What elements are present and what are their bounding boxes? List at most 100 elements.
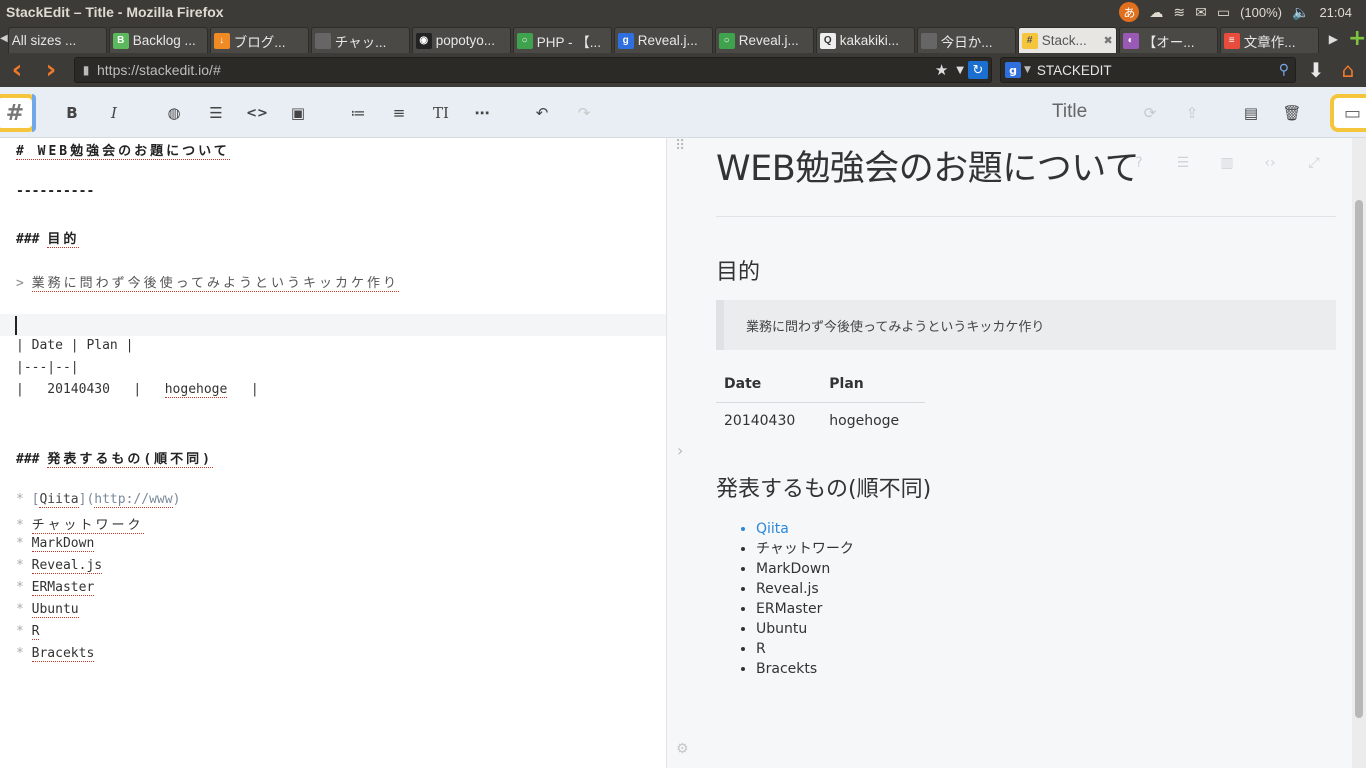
bookmark-star-icon[interactable]: ★ <box>931 61 952 79</box>
editor-row-date: | 20140430 | <box>16 382 165 397</box>
collapse-chevron-icon[interactable]: › <box>677 441 683 460</box>
editor-list-item: * Reveal.js <box>16 558 103 574</box>
browser-tab[interactable]: ○ PHP - 【... <box>512 27 612 53</box>
tab-scroll-right-icon[interactable]: ▶ <box>1329 32 1338 46</box>
battery-icon[interactable]: ▭ <box>1217 4 1230 21</box>
bullet-list-button[interactable]: ≡ <box>386 101 412 125</box>
preview-list: Qiita チャットワークMarkDownReveal.jsERMasterUb… <box>756 519 854 679</box>
wifi-icon[interactable]: ≋ <box>1173 4 1185 21</box>
toc-icon[interactable]: ☰ <box>1173 155 1193 171</box>
code-button[interactable]: <> <box>244 101 270 125</box>
home-icon[interactable]: ⌂ <box>1334 53 1362 87</box>
editor-list-item-link: * [Qiita](http://www) <box>16 492 181 508</box>
back-button[interactable]: ‹ <box>0 53 34 87</box>
tab-scroll-left-icon[interactable]: ◀ <box>0 24 8 53</box>
editor-h3b-text: 発表するもの(順不同) <box>47 452 213 468</box>
table-header-date: Date <box>716 366 822 403</box>
browser-tab[interactable]: ○ Reveal.j... <box>714 27 814 53</box>
scrollbar-thumb[interactable] <box>1355 200 1363 718</box>
pane-divider[interactable]: ⠿ › ⚙ <box>667 138 699 768</box>
documents-button[interactable]: ▭ <box>1330 94 1366 132</box>
new-document-button[interactable]: ▤ <box>1238 101 1264 125</box>
new-tab-icon[interactable]: + <box>1348 27 1366 50</box>
search-bar[interactable]: g ▼ STACKEDIT ⚲ <box>1000 57 1296 83</box>
italic-button[interactable]: I <box>101 101 127 125</box>
search-engine-dropdown-icon[interactable]: ▼ <box>1024 65 1031 75</box>
bold-button[interactable]: B <box>59 101 85 125</box>
history-dropdown-icon[interactable]: ▼ <box>952 65 968 76</box>
url-bar[interactable]: ▮ https://stackedit.io/# ★ ▼ ↻ <box>74 57 992 83</box>
editor-line-h3b: ### 発表するもの(順不同) <box>16 448 213 468</box>
browser-tab[interactable]: # Stack... ✖ <box>1017 27 1117 53</box>
cloud-icon[interactable]: ☁ <box>1149 4 1163 21</box>
delete-document-button[interactable]: 🗑 <box>1279 101 1305 125</box>
table-cell-plan: hogehoge <box>829 413 900 430</box>
editor-list-item-text: Ubuntu <box>31 602 79 618</box>
tab-close-icon[interactable]: ✖ <box>1103 34 1112 47</box>
heading-button[interactable]: TI <box>428 101 454 125</box>
site-identity-icon[interactable]: ▮ <box>75 63 97 77</box>
search-icon[interactable]: ⚲ <box>1279 62 1295 78</box>
publish-button[interactable]: ⇪ <box>1179 101 1205 125</box>
preview-list-item: ERMaster <box>756 599 854 619</box>
browser-tab[interactable]: B Backlog ... <box>108 27 208 53</box>
volume-icon[interactable]: 🔈 <box>1292 4 1309 21</box>
image-button[interactable]: ▣ <box>285 101 311 125</box>
undo-button[interactable]: ↶ <box>529 101 555 125</box>
horizontal-rule-button[interactable]: ⋯ <box>469 101 495 125</box>
menu-button[interactable]: # <box>0 94 36 132</box>
sync-button[interactable]: ⟳ <box>1137 101 1163 125</box>
preview-h3-purpose: 目的 <box>716 260 761 285</box>
browser-tab[interactable]: ◉ popotyo... <box>411 27 511 53</box>
browser-tab[interactable]: ◐ 【オー... <box>1118 27 1218 53</box>
blockquote-button[interactable]: ☰ <box>203 101 229 125</box>
forward-button[interactable]: › <box>34 53 68 87</box>
preview-list-item: Bracekts <box>756 659 854 679</box>
clock[interactable]: 21:04 <box>1319 5 1352 20</box>
preview-list-item: Reveal.js <box>756 579 854 599</box>
ime-indicator[interactable]: あ <box>1119 2 1140 22</box>
stats-icon[interactable]: ▥ <box>1217 155 1237 171</box>
browser-tab[interactable]: All sizes ... <box>7 27 107 53</box>
mail-icon[interactable]: ✉ <box>1195 4 1207 21</box>
favicon-icon: ○ <box>718 32 735 49</box>
fullscreen-icon[interactable]: ⤢ <box>1304 155 1324 171</box>
editor-list-item-text: R <box>31 624 40 640</box>
editor-h3a-prefix: ### <box>16 232 48 247</box>
settings-icon[interactable]: ⚙ <box>676 741 689 757</box>
url-text[interactable]: https://stackedit.io/# <box>97 62 931 78</box>
link-button[interactable]: ◍ <box>161 101 187 125</box>
numbered-list-button[interactable]: ≔ <box>345 101 371 125</box>
preview-scrollbar[interactable] <box>1352 138 1366 768</box>
editor-line-table-head: | Date | Plan | <box>16 338 134 353</box>
browser-tab[interactable]: g Reveal.j... <box>613 27 713 53</box>
browser-tab[interactable]: Qkakakiki... <box>815 27 915 53</box>
download-icon[interactable]: ⬇ <box>1302 53 1330 87</box>
favicon-icon: ◉ <box>415 32 432 49</box>
preview-list-link-qiita[interactable]: Qiita <box>756 519 854 539</box>
editor-list-item: * Ubuntu <box>16 602 79 618</box>
favicon-icon: B <box>112 32 129 49</box>
drag-grip-icon[interactable]: ⠿ <box>675 138 685 154</box>
browser-tab[interactable]: ↓ ブログ... <box>209 27 309 53</box>
browser-tab[interactable]: ≡ 文章作... <box>1219 27 1319 53</box>
search-input[interactable]: STACKEDIT <box>1037 63 1279 78</box>
redo-button[interactable]: ↷ <box>571 101 597 125</box>
favicon-icon: ↓ <box>213 32 230 49</box>
reload-icon[interactable]: ↻ <box>968 61 988 79</box>
document-title[interactable]: Title <box>1052 101 1087 123</box>
help-icon[interactable]: ? <box>1129 155 1149 171</box>
table-header-plan: Plan <box>821 366 926 403</box>
preview-h1: WEB勉強会のお題について <box>716 149 1140 189</box>
editor-list-item: * ERMaster <box>16 580 95 596</box>
tab-label: Reveal.j... <box>637 33 698 48</box>
favicon-icon: Q <box>819 32 836 49</box>
browser-tab[interactable]: チャッ... <box>310 27 410 53</box>
navigation-bar: ‹ › ▮ https://stackedit.io/# ★ ▼ ↻ g ▼ S… <box>0 53 1366 87</box>
browser-tab[interactable]: 今日か... <box>916 27 1016 53</box>
html-icon[interactable]: ‹› <box>1260 155 1280 171</box>
table-row: 20140430 hogehoge <box>716 402 925 440</box>
markdown-editor[interactable]: # WEB勉強会のお題について ---------- ### 目的 > 業務に問… <box>0 138 667 768</box>
editor-link-url: http://www <box>94 492 173 508</box>
search-engine-icon[interactable]: g <box>1005 62 1021 78</box>
